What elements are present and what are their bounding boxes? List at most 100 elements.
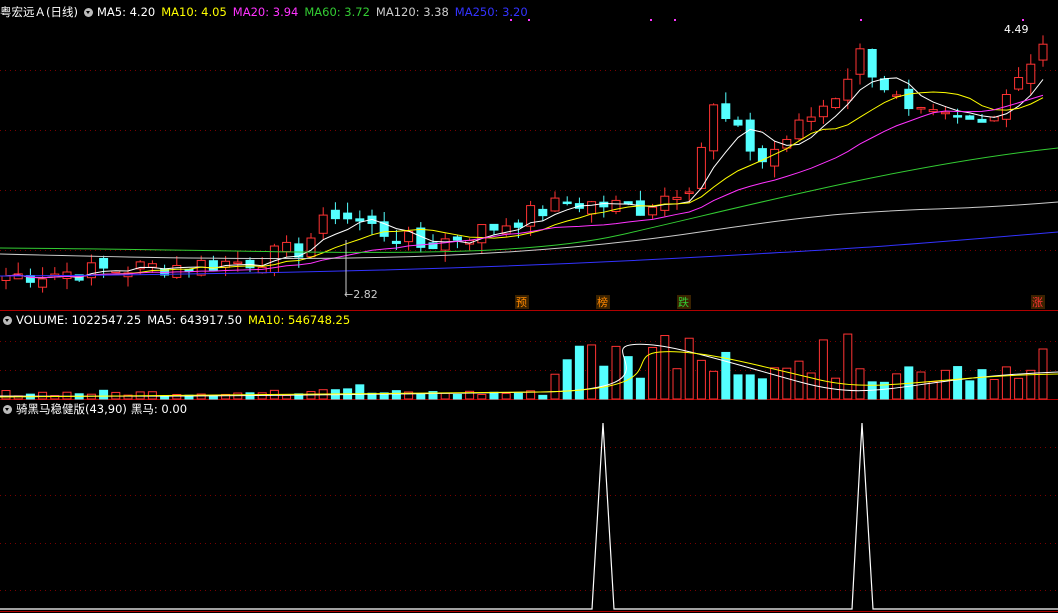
candle <box>843 78 853 101</box>
ma120-label: MA120: 3.38 <box>375 5 449 19</box>
volume-bar <box>648 346 658 400</box>
indicator-line <box>0 422 1058 610</box>
candle <box>696 146 706 189</box>
candle <box>233 261 243 265</box>
volume-bar <box>843 333 853 400</box>
candle <box>684 191 694 194</box>
volume-bar <box>916 371 926 400</box>
volume-bar <box>1014 377 1024 400</box>
candle <box>1014 77 1024 90</box>
candle <box>965 115 975 120</box>
candle <box>855 48 865 75</box>
volume-bar <box>940 369 950 400</box>
volume-ma5-label: MA5: 643917.50 <box>147 313 243 327</box>
candle <box>806 116 816 122</box>
volume-bar <box>599 365 609 400</box>
candle <box>709 104 719 152</box>
candle <box>721 103 731 120</box>
volume-bar <box>928 381 938 400</box>
candle <box>330 209 340 220</box>
volume-bar <box>770 367 780 400</box>
volume-bar <box>440 392 450 400</box>
indicator-title: 骑黑马稳健版(43,90) <box>16 402 127 416</box>
volume-bar <box>99 389 109 400</box>
volume-bar <box>477 393 487 400</box>
candle <box>916 107 926 110</box>
signal-dot <box>674 19 676 21</box>
volume-bar <box>550 373 560 400</box>
volume-bar <box>733 374 743 400</box>
indicator-header: 骑黑马稳健版(43,90) 黑马: 0.00 <box>0 401 193 417</box>
volume-bar <box>282 394 292 400</box>
ma5-label: MA5: 4.20 <box>96 5 156 19</box>
volume-bar <box>635 377 645 400</box>
candle <box>550 197 560 212</box>
ma60-label: MA60: 3.72 <box>304 5 370 19</box>
signal-dot <box>860 19 862 21</box>
volume-bar <box>989 379 999 400</box>
candle <box>538 208 548 217</box>
volume-bar <box>611 345 621 400</box>
low-price-label: ←2.82 <box>344 288 378 301</box>
volume-bar <box>489 391 499 400</box>
candle <box>282 241 292 253</box>
candle <box>1026 63 1036 84</box>
indicator-dropdown-icon[interactable] <box>3 404 12 414</box>
ma10-label: MA10: 4.05 <box>161 5 227 19</box>
candle <box>343 212 353 220</box>
candle <box>794 119 804 140</box>
candle <box>904 88 914 110</box>
candle <box>660 195 670 211</box>
volume-bar <box>391 390 401 400</box>
candle <box>879 78 889 91</box>
volume-bar <box>709 370 719 400</box>
candle <box>391 240 401 244</box>
volume-bar <box>257 392 267 400</box>
volume-bar <box>1001 366 1011 400</box>
candle <box>269 245 279 274</box>
candle <box>648 206 658 216</box>
volume-bar <box>587 344 597 400</box>
candle <box>1038 43 1048 61</box>
volume-bar <box>355 384 365 400</box>
volume-bar <box>818 339 828 400</box>
volume-dropdown-icon[interactable] <box>3 315 12 325</box>
volume-bar <box>745 374 755 400</box>
volume-bar <box>513 392 523 400</box>
candle <box>672 196 682 200</box>
volume-bar <box>562 359 572 400</box>
candle <box>562 201 572 205</box>
candle <box>587 201 597 215</box>
candle <box>745 119 755 152</box>
ma250-label: MA250: 3.20 <box>454 5 528 19</box>
candle <box>635 200 645 216</box>
candle <box>513 222 523 228</box>
high-price-label: 4.49 <box>1004 23 1029 36</box>
event-marker: 预 <box>516 296 527 309</box>
event-marker: 涨 <box>1032 296 1043 309</box>
stock-chart: 4.49 ←2.82 预 榜 跌 涨 <box>0 19 1058 612</box>
candle <box>404 230 414 243</box>
candle <box>257 266 267 274</box>
volume-bar <box>452 393 462 400</box>
ma60-line <box>0 147 1058 253</box>
signal-dot <box>650 19 652 21</box>
volume-bar <box>696 359 706 400</box>
volume-bar <box>965 380 975 400</box>
candle <box>818 105 828 118</box>
volume-bar <box>233 392 243 400</box>
volume-label: VOLUME: 1022547.25 <box>16 313 142 327</box>
settings-dropdown-icon[interactable] <box>83 7 93 17</box>
ma250-line <box>0 231 1058 277</box>
candle <box>38 278 48 288</box>
volume-bar <box>757 378 767 400</box>
candle <box>208 260 218 271</box>
volume-bar <box>62 391 72 400</box>
candle <box>1 275 11 281</box>
candle <box>147 263 157 268</box>
event-marker: 跌 <box>678 295 689 309</box>
volume-bar <box>794 360 804 400</box>
candle <box>318 214 328 234</box>
volume-bar <box>660 335 670 400</box>
candle <box>184 268 194 272</box>
